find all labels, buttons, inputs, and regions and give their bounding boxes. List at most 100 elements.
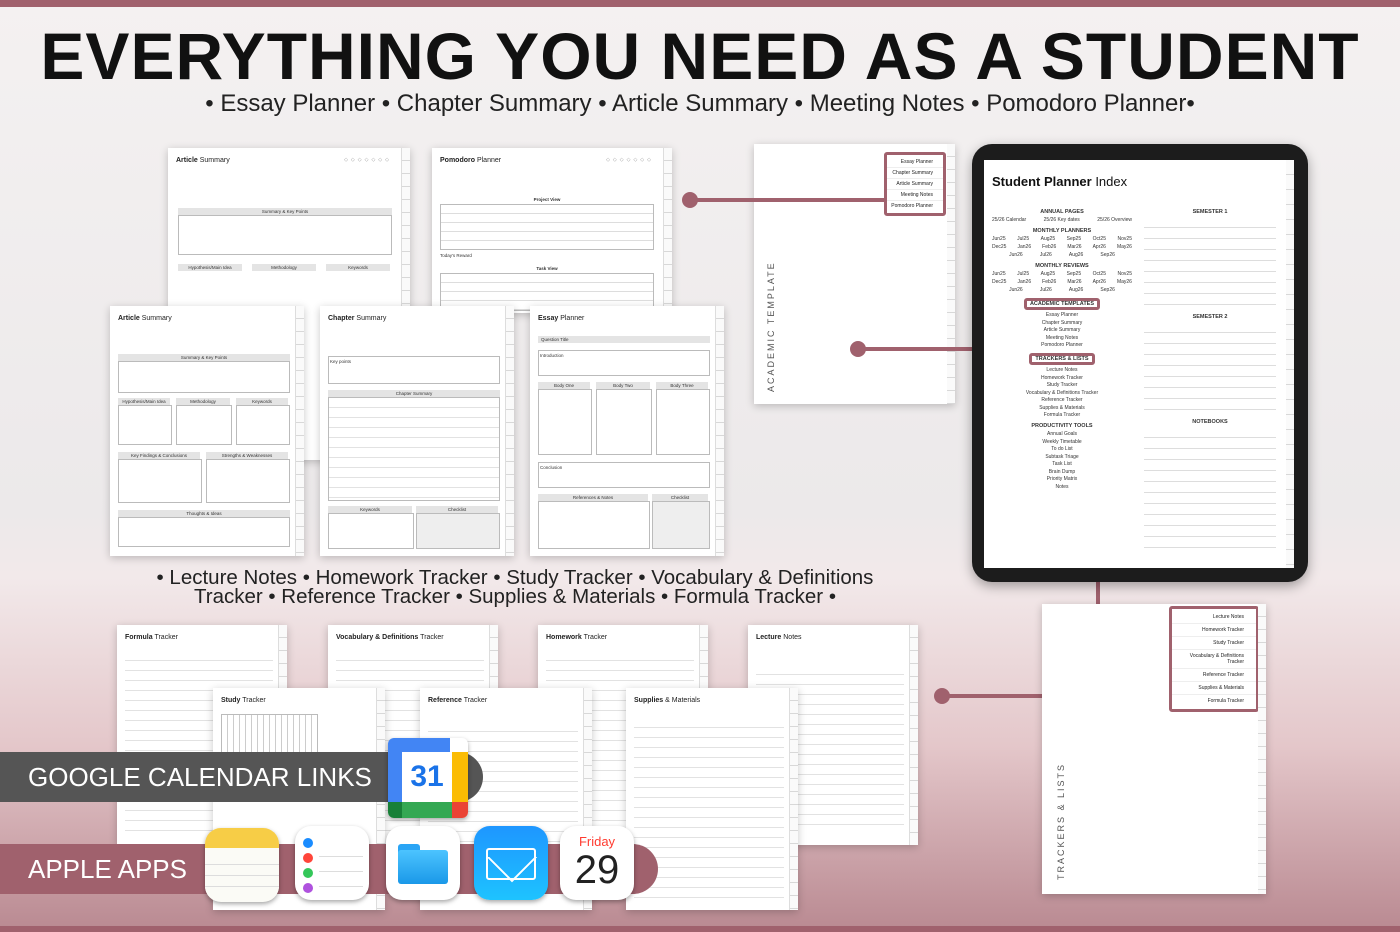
index-link[interactable]: Annual Goals	[992, 431, 1132, 437]
index-link[interactable]: Homework Tracker	[992, 375, 1132, 381]
menu-item-vocabulary-tracker[interactable]: Vocabulary & Definitions Tracker	[1172, 650, 1256, 669]
page-title: EVERYTHING YOU NEED AS A STUDENT	[40, 19, 1360, 93]
index-link[interactable]: Subtask Triage	[992, 454, 1132, 460]
mail-icon	[474, 826, 548, 900]
index-link[interactable]: Task List	[992, 461, 1132, 467]
menu-item-homework-tracker[interactable]: Homework Tracker	[1172, 624, 1256, 637]
month-link[interactable]: Jun25	[992, 271, 1006, 277]
menu-item-meeting-notes[interactable]: Meeting Notes	[887, 190, 943, 201]
month-link[interactable]: Dec25	[992, 279, 1006, 285]
index-link[interactable]: Pomodoro Planner	[992, 342, 1132, 348]
month-link[interactable]: Dec25	[992, 244, 1006, 250]
index-link[interactable]: Weekly Timetable	[992, 439, 1132, 445]
notebooks-header: NOTEBOOKS	[1192, 419, 1228, 425]
month-link[interactable]: Nov25	[1118, 271, 1132, 277]
academic-templates-header[interactable]: ACADEMIC TEMPLATES	[1023, 298, 1101, 310]
page-tabs	[909, 625, 918, 845]
semester1-header: SEMESTER 1	[1192, 209, 1228, 215]
index-link[interactable]: Lecture Notes	[992, 367, 1132, 373]
month-link[interactable]: Mar26	[1067, 279, 1081, 285]
month-link[interactable]: Nov25	[1118, 236, 1132, 242]
index-link[interactable]: Reference Tracker	[992, 397, 1132, 403]
month-link[interactable]: Apr26	[1093, 244, 1106, 250]
index-link[interactable]: Priority Matrix	[992, 476, 1132, 482]
references-header: References & Notes	[538, 494, 648, 501]
month-row: Jun25 Jul25 Aug25 Sep25 Oct25 Nov25	[992, 236, 1132, 242]
summary-header: Summary & Key Points	[178, 208, 392, 215]
screen-tabs[interactable]	[1286, 160, 1294, 568]
month-link[interactable]: Oct25	[1093, 236, 1106, 242]
introduction-label: Introduction	[540, 353, 564, 358]
annual-pages-header: ANNUAL PAGES	[1040, 209, 1084, 215]
notebooks-list[interactable]	[1144, 427, 1276, 553]
reminders-icon	[295, 826, 369, 900]
month-link[interactable]: Jul25	[1017, 236, 1029, 242]
gcal-left-bar	[388, 752, 402, 802]
menu-item-chapter-summary[interactable]: Chapter Summary	[887, 168, 943, 179]
index-link[interactable]: Chapter Summary	[992, 320, 1132, 326]
index-link[interactable]: 25/26 Calendar	[992, 217, 1026, 223]
index-link[interactable]: To do List	[992, 446, 1132, 452]
menu-item-supplies-materials[interactable]: Supplies & Materials	[1172, 682, 1256, 695]
index-link[interactable]: Notes	[992, 484, 1132, 490]
divider-tabs	[947, 144, 955, 404]
month-link[interactable]: Apr26	[1093, 279, 1106, 285]
menu-item-formula-tracker[interactable]: Formula Tracker	[1172, 695, 1256, 707]
page-title-bold: Chapter	[328, 315, 355, 322]
menu-item-article-summary[interactable]: Article Summary	[887, 179, 943, 190]
question-header: Question Title	[538, 336, 710, 343]
month-link[interactable]: Jul26	[1040, 252, 1052, 258]
month-link[interactable]: Aug26	[1069, 252, 1083, 258]
menu-item-pomodoro-planner[interactable]: Pomodoro Planner	[887, 201, 943, 211]
keywords-box	[328, 513, 414, 549]
index-link[interactable]: Brain Dump	[992, 469, 1132, 475]
month-link[interactable]: Feb26	[1042, 279, 1056, 285]
index-link[interactable]: Article Summary	[992, 327, 1132, 333]
page-tabs	[505, 306, 514, 556]
index-link[interactable]: Vocabulary & Definitions Tracker	[992, 390, 1132, 396]
month-link[interactable]: Jun26	[1009, 252, 1023, 258]
menu-item-essay-planner[interactable]: Essay Planner	[887, 157, 943, 168]
month-link[interactable]: Sep25	[1067, 271, 1081, 277]
month-link[interactable]: Jul25	[1017, 271, 1029, 277]
index-link[interactable]: 25/26 Key dates	[1044, 217, 1080, 223]
month-link[interactable]: Mar26	[1067, 244, 1081, 250]
index-link[interactable]: 25/26 Overview	[1097, 217, 1132, 223]
trackers-lists-header[interactable]: TRACKERS & LISTS	[1029, 353, 1095, 365]
month-link[interactable]: Feb26	[1042, 244, 1056, 250]
semester1-list[interactable]	[1144, 217, 1276, 309]
month-link[interactable]: Oct25	[1093, 271, 1106, 277]
annual-row: 25/26 Calendar 25/26 Key dates 25/26 Overv…	[992, 217, 1132, 223]
month-link[interactable]: Aug26	[1069, 287, 1083, 293]
month-link[interactable]: Aug25	[1041, 236, 1055, 242]
summary-box	[118, 361, 290, 393]
checklist-box	[652, 501, 710, 549]
menu-item-reference-tracker[interactable]: Reference Tracker	[1172, 669, 1256, 682]
menu-item-study-tracker[interactable]: Study Tracker	[1172, 637, 1256, 650]
month-link[interactable]: May26	[1117, 279, 1132, 285]
month-link[interactable]: Jan26	[1017, 279, 1031, 285]
hypothesis-header: Hypothesis/Main Idea	[118, 398, 170, 405]
month-link[interactable]: May26	[1117, 244, 1132, 250]
month-link[interactable]: Jun26	[1009, 287, 1023, 293]
month-link[interactable]: Jul26	[1040, 287, 1052, 293]
files-icon	[386, 826, 460, 900]
index-link[interactable]: Formula Tracker	[992, 412, 1132, 418]
menu-item-lecture-notes[interactable]: Lecture Notes	[1172, 611, 1256, 624]
month-link[interactable]: Sep26	[1100, 287, 1114, 293]
index-link[interactable]: Meeting Notes	[992, 335, 1132, 341]
index-link[interactable]: Essay Planner	[992, 312, 1132, 318]
month-link[interactable]: Sep25	[1067, 236, 1081, 242]
month-link[interactable]: Jun25	[992, 236, 1006, 242]
month-link[interactable]: Sep26	[1100, 252, 1114, 258]
chapter-summary-header: Chapter Summary	[328, 390, 500, 397]
month-link[interactable]: Aug25	[1041, 271, 1055, 277]
month-link[interactable]: Jan26	[1017, 244, 1031, 250]
tablet-screen: Student Planner Index ANNUAL PAGES 25/26…	[984, 160, 1294, 568]
index-link[interactable]: Study Tracker	[992, 382, 1132, 388]
body-one-box	[538, 389, 592, 455]
page-title-bold: Article	[176, 157, 198, 164]
trackers-menu-box: Lecture Notes Homework Tracker Study Tra…	[1169, 606, 1259, 712]
semester2-list[interactable]	[1144, 322, 1276, 414]
index-link[interactable]: Supplies & Materials	[992, 405, 1132, 411]
